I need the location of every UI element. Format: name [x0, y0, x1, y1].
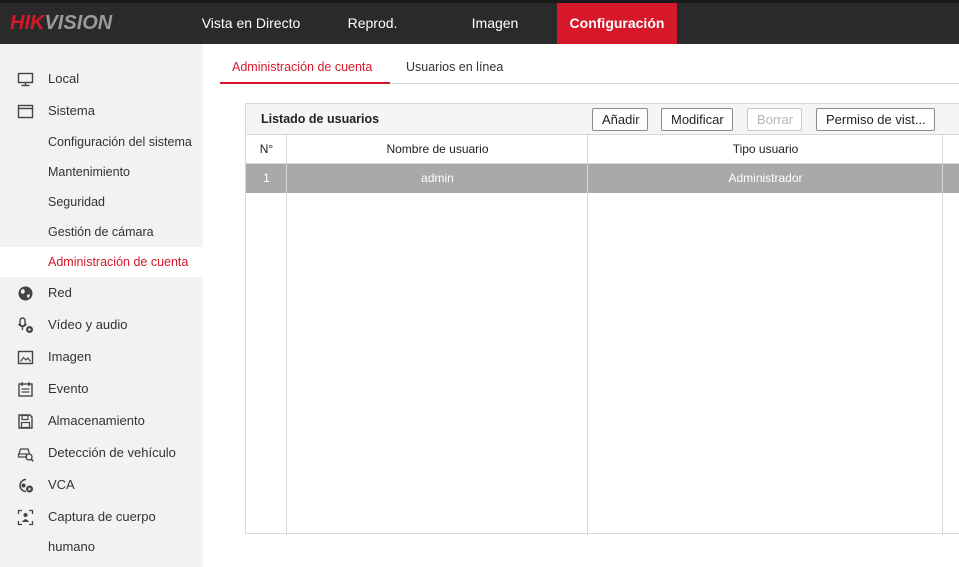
column-divider: [587, 135, 588, 535]
sidebar-item-label: Red: [48, 285, 72, 300]
sidebar-item-local[interactable]: Local: [0, 64, 203, 94]
cell-number: 1: [263, 171, 270, 185]
sidebar-item-vca[interactable]: VCA: [0, 470, 203, 500]
sidebar-subitem-system-config[interactable]: Configuración del sistema: [0, 127, 203, 157]
sidebar-subitem-camera-management[interactable]: Gestión de cámara: [0, 217, 203, 247]
sidebar-item-label: Sistema: [48, 103, 95, 118]
delete-button[interactable]: Borrar: [747, 108, 802, 131]
column-header-user-type[interactable]: Tipo usuario: [588, 135, 943, 164]
sidebar-subitem-maintenance[interactable]: Mantenimiento: [0, 157, 203, 187]
sidebar-item-label: Vídeo y audio: [48, 317, 128, 332]
cell-user-type: Administrador: [728, 171, 803, 185]
image-icon: [17, 350, 34, 365]
sidebar-item-label: Imagen: [48, 349, 92, 364]
sidebar-item-storage[interactable]: Almacenamiento: [0, 406, 203, 436]
vca-icon: [19, 478, 33, 493]
tab-online-users[interactable]: Usuarios en línea: [406, 60, 526, 84]
nav-image[interactable]: Imagen: [446, 3, 544, 44]
sidebar-item-label: Almacenamiento: [48, 413, 145, 428]
logo-part-vision: VISION: [44, 12, 113, 34]
sidebar-item-label: Mantenimiento: [48, 165, 130, 179]
nav-configuration[interactable]: Configuración: [557, 3, 677, 44]
sidebar-item-label: Captura de cuerpo humano: [48, 509, 156, 554]
tab-account-management[interactable]: Administración de cuenta: [220, 60, 390, 84]
column-header-number[interactable]: N°: [246, 135, 287, 164]
column-divider: [286, 135, 287, 535]
calendar-icon: [18, 382, 33, 397]
monitor-icon: [17, 72, 34, 87]
sidebar-subitem-account-management[interactable]: Administración de cuenta: [0, 247, 203, 277]
hikvision-logo: HIKVISION: [10, 12, 112, 35]
panel-header: Listado de usuarios Añadir Modificar Bor…: [246, 104, 959, 135]
sidebar-item-video-audio[interactable]: Vídeo y audio: [0, 310, 203, 340]
sidebar-item-label: Evento: [48, 381, 89, 396]
cell-username: admin: [421, 171, 454, 185]
sidebar: Local Sistema Configuración del sistema …: [0, 44, 203, 567]
nav-playback[interactable]: Reprod.: [325, 3, 420, 44]
vehicle-search-icon: [17, 448, 34, 462]
sidebar-item-label: Seguridad: [48, 195, 105, 209]
add-button[interactable]: Añadir: [592, 108, 648, 131]
sidebar-item-network[interactable]: Red: [0, 278, 203, 308]
column-header-username[interactable]: Nombre de usuario: [287, 135, 588, 164]
sidebar-item-vehicle-detection[interactable]: Detección de vehículo: [0, 438, 203, 468]
logo-part-hik: HIK: [10, 12, 45, 34]
sidebar-item-label: Configuración del sistema: [48, 135, 192, 149]
sidebar-item-image[interactable]: Imagen: [0, 342, 203, 372]
globe-icon: [18, 286, 33, 301]
sidebar-item-label: VCA: [48, 477, 75, 492]
modify-button[interactable]: Modificar: [661, 108, 733, 131]
tab-bar: Administración de cuenta Usuarios en lín…: [220, 44, 959, 84]
sidebar-item-label: Administración de cuenta: [48, 255, 189, 269]
nav-live-view[interactable]: Vista en Directo: [188, 3, 314, 44]
sidebar-item-human-body-capture[interactable]: Captura de cuerpo humano: [0, 502, 203, 554]
sidebar-item-label: Local: [48, 71, 80, 86]
human-capture-icon: [17, 509, 34, 526]
sidebar-item-system[interactable]: Sistema: [0, 96, 203, 126]
sidebar-item-label: Detección de vehículo: [48, 445, 176, 460]
column-header-spacer: [943, 135, 959, 164]
sidebar-subitem-security[interactable]: Seguridad: [0, 187, 203, 217]
column-divider: [942, 135, 943, 535]
sidebar-item-event[interactable]: Evento: [0, 374, 203, 404]
view-permission-button[interactable]: Permiso de vist...: [816, 108, 935, 131]
floppy-disk-icon: [18, 414, 33, 429]
panel-title: Listado de usuarios: [261, 112, 380, 126]
system-window-icon: [17, 104, 34, 119]
top-navigation-bar: HIKVISION Vista en Directo Reprod. Image…: [0, 0, 959, 44]
user-list-panel: Listado de usuarios Añadir Modificar Bor…: [245, 103, 959, 535]
microphone-camera-icon: [17, 317, 33, 333]
sidebar-item-label: Gestión de cámara: [48, 225, 154, 239]
